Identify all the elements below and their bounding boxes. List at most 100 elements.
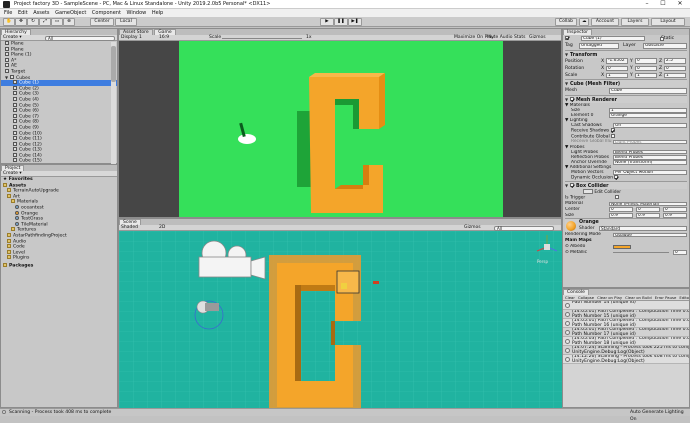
scale-slider[interactable] (222, 37, 302, 39)
material-header[interactable]: Orange Shader Standard (565, 218, 687, 233)
account-dropdown[interactable]: Account (591, 18, 619, 26)
scene-search-input[interactable]: All (494, 225, 554, 231)
console-error-pause-button[interactable]: Error Pause (655, 295, 677, 300)
rotation-z-field[interactable]: 0 (664, 65, 686, 72)
create-button[interactable]: Create (3, 171, 18, 176)
rotation-x-field[interactable]: 0 (606, 65, 628, 72)
rotate-tool-icon[interactable]: ↻ (27, 18, 39, 26)
object-name-field[interactable]: Cube (1) (581, 35, 645, 42)
menu-help[interactable]: Help (152, 9, 163, 17)
physic-material-field[interactable]: None (Physic Material) (609, 201, 687, 207)
box-collider-enabled-checkbox[interactable] (570, 183, 574, 188)
display-dropdown[interactable]: Display 1 (121, 35, 142, 40)
receive-shadows-checkbox[interactable] (610, 128, 615, 133)
mesh-field[interactable]: Cube (609, 88, 687, 94)
transform-tool-icon[interactable]: ⊕ (63, 18, 75, 26)
position-y-field[interactable]: 0 (635, 58, 657, 64)
menu-assets[interactable]: Assets (33, 9, 49, 17)
console-log-entry[interactable]: [14:07:24] Scanning - Process took 225 m… (563, 346, 689, 355)
minimize-icon[interactable]: – (640, 0, 654, 8)
move-tool-icon[interactable]: ✥ (15, 18, 27, 26)
console-log-entry[interactable]: [14:05:03] Path Completed : Computation … (563, 337, 689, 346)
scale-y-field[interactable]: 1 (635, 72, 657, 79)
motion-vectors-dropdown[interactable]: Per Object Motion (613, 170, 687, 175)
menu-window[interactable]: Window (127, 9, 147, 17)
box-collider-header[interactable]: ▼ Box Collider (565, 180, 687, 189)
menu-file[interactable]: File (4, 9, 12, 17)
project-folder[interactable]: Packages (1, 262, 117, 269)
mesh-filter-header[interactable]: ▼ Cube (Mesh Filter) (565, 79, 687, 88)
element0-field[interactable]: Orange (609, 113, 687, 118)
play-button[interactable]: ▶ (320, 18, 334, 26)
pivot-local-button[interactable]: Local (115, 18, 137, 26)
close-icon[interactable]: ✕ (673, 0, 687, 8)
position-x-field[interactable]: -1.6502 (606, 58, 628, 64)
size-z-field[interactable]: 0.9 (663, 212, 687, 218)
console-log-entry[interactable]: [14:05:01] Path Completed : Computation … (563, 328, 689, 337)
menu-edit[interactable]: Edit (18, 9, 28, 17)
create-button[interactable]: Create (3, 35, 18, 40)
hand-tool-icon[interactable]: ✋ (3, 18, 15, 26)
scale-z-field[interactable]: 1 (664, 72, 686, 79)
pivot-center-button[interactable]: Center (90, 18, 114, 26)
materials-size-field[interactable]: 1 (609, 108, 687, 113)
project-folder[interactable]: Plugins (1, 255, 117, 261)
is-trigger-checkbox[interactable] (614, 195, 619, 200)
aspect-dropdown[interactable]: 16:9 (159, 35, 169, 41)
dynamic-occlusion-checkbox[interactable] (614, 175, 619, 180)
rect-tool-icon[interactable]: ▭ (51, 18, 63, 26)
metallic-value-field[interactable]: 0 (673, 249, 687, 255)
game-viewport[interactable] (179, 41, 503, 217)
layers-dropdown[interactable]: Layers (621, 18, 649, 26)
console-editor-button[interactable]: Editor (679, 295, 689, 300)
mesh-renderer-enabled-checkbox[interactable] (570, 97, 574, 102)
maximize-icon[interactable]: ☐ (656, 0, 670, 8)
console-clear-on-build-button[interactable]: Clear on Build (625, 295, 652, 300)
center-x-field[interactable]: 0 (609, 207, 633, 212)
scrollbar[interactable] (111, 42, 116, 164)
center-y-field[interactable]: 0 (636, 207, 660, 212)
position-z-field[interactable]: 2.5 (664, 58, 686, 64)
rendering-mode-dropdown[interactable]: Opaque (613, 232, 687, 238)
layout-dropdown[interactable]: Layout (651, 18, 685, 26)
contribute-gi-checkbox[interactable] (611, 133, 616, 138)
anchor-override-field[interactable]: None (Transform) (613, 160, 687, 165)
cloud-icon[interactable]: ☁ (579, 18, 589, 26)
pause-button[interactable]: ❚❚ (334, 18, 348, 26)
shader-dropdown[interactable]: Standard (599, 226, 687, 232)
console-clear-button[interactable]: Clear (565, 295, 575, 300)
mesh-renderer-header[interactable]: ▼ Mesh Renderer (565, 94, 687, 103)
active-checkbox[interactable] (565, 35, 569, 40)
console-log-entry[interactable]: [14:12:26] Scanning - Process took 408 m… (563, 355, 689, 364)
menu-gameobject[interactable]: GameObject (55, 9, 86, 17)
metallic-slider[interactable] (613, 252, 669, 254)
gizmos-toggle[interactable]: Gizmos (529, 35, 546, 41)
tag-dropdown[interactable]: Untagged (579, 43, 619, 49)
status-message[interactable]: Scanning - Process took 408 ms to comple… (9, 409, 111, 416)
console-clear-on-play-button[interactable]: Clear on Play (597, 295, 622, 300)
cast-shadows-dropdown[interactable]: On (613, 123, 687, 128)
center-z-field[interactable]: 0 (663, 207, 687, 212)
scale-x-field[interactable]: 1 (606, 72, 628, 79)
scale-tool-icon[interactable]: ⤢ (39, 18, 51, 26)
menu-component[interactable]: Component (92, 9, 121, 17)
layer-dropdown[interactable]: Obstacle (643, 43, 687, 49)
light-probes-dropdown[interactable]: Blend Probes (613, 149, 687, 155)
size-x-field[interactable]: 0.9 (609, 212, 633, 218)
rotation-y-field[interactable]: 0 (635, 65, 657, 72)
console-log-entry[interactable]: Path Number 14 (unique id) (563, 301, 689, 310)
reflection-probes-dropdown[interactable]: Blend Probes (613, 154, 687, 160)
search-input[interactable]: All (45, 35, 115, 41)
collab-button[interactable]: Collab (555, 18, 577, 26)
static-checkbox[interactable] (660, 37, 665, 42)
step-button[interactable]: ▶❚ (348, 18, 362, 26)
transform-header[interactable]: ▼ Transform (565, 49, 687, 58)
console-log-entry[interactable]: [14:05:01] Path Completed : Computation … (563, 310, 689, 319)
stats-toggle[interactable]: Stats (514, 35, 526, 41)
scene-viewport[interactable]: Persp (119, 231, 563, 409)
console-log-entry[interactable]: [14:05:01] Path Completed : Computation … (563, 319, 689, 328)
console-collapse-button[interactable]: Collapse (578, 295, 594, 300)
shading-dropdown[interactable]: Shaded (121, 225, 138, 230)
albedo-color-swatch[interactable] (613, 244, 631, 249)
size-y-field[interactable]: 0.9 (636, 212, 660, 218)
